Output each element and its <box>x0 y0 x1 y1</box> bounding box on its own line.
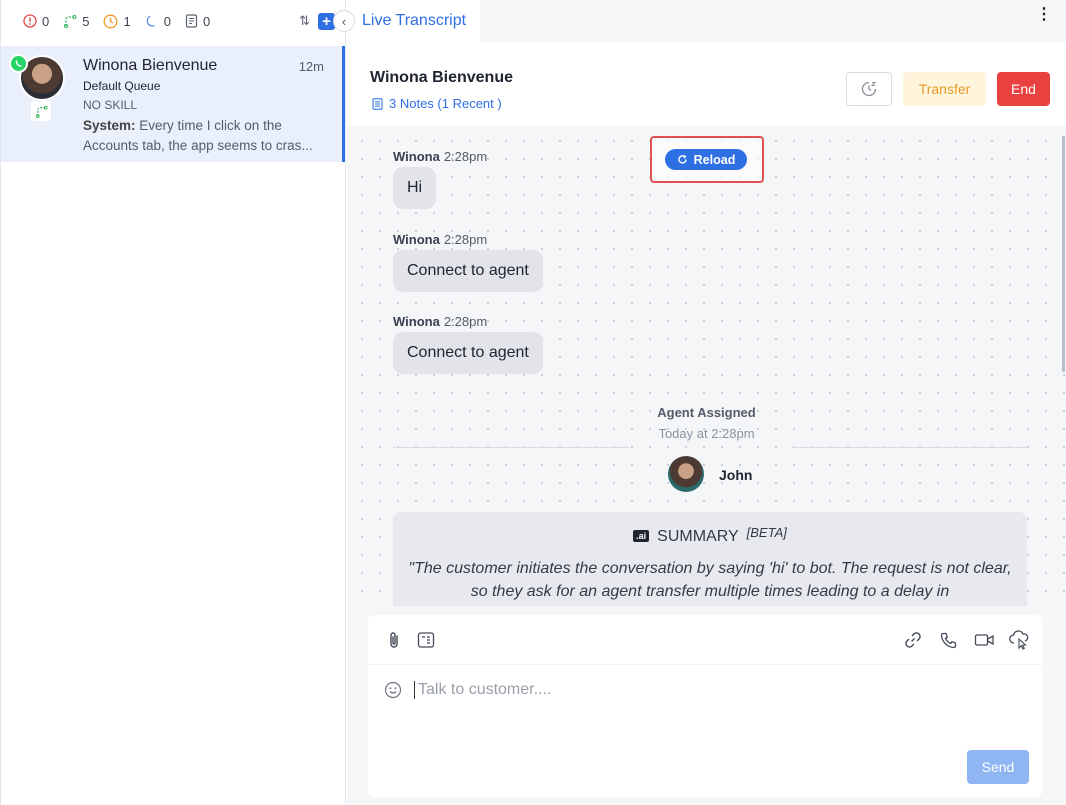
clock-icon <box>104 14 118 28</box>
collapse-panel-button[interactable]: ‹ <box>333 10 355 32</box>
ai-badge-icon: .ai <box>633 530 650 542</box>
video-icon[interactable] <box>973 630 995 650</box>
agent-assigned-title: Agent Assigned <box>657 405 756 420</box>
transcript-panel: Live Transcript ⋮ Winona Bienvenue 3 Not… <box>347 0 1066 805</box>
notes-label: 3 Notes (1 Recent ) <box>389 96 502 111</box>
agent-assigned-time: Today at 2:28pm <box>658 426 755 441</box>
tab-bar: Live Transcript ⋮ <box>347 0 1066 42</box>
attachment-icon[interactable] <box>384 630 404 650</box>
message-bubble: Hi <box>393 167 437 209</box>
message-composer: Send <box>368 615 1042 797</box>
alert-circle-icon <box>23 14 37 28</box>
whatsapp-icon <box>9 54 28 73</box>
message-input[interactable] <box>414 681 974 699</box>
ai-summary-card: .ai SUMMARY [BETA] "The customer initiat… <box>393 512 1027 606</box>
message-bubble: Connect to agent <box>393 250 543 292</box>
link-icon[interactable] <box>903 630 923 650</box>
message-meta: Winona 2:28pm <box>393 149 487 164</box>
stat-waiting[interactable]: 1 <box>103 13 131 29</box>
header-contact-name: Winona Bienvenue <box>370 69 513 86</box>
conversation-contact-name: Winona Bienvenue <box>83 57 218 74</box>
stat-snoozed-count: 0 <box>163 13 171 29</box>
stat-notes[interactable]: 0 <box>185 14 210 29</box>
canned-response-icon[interactable] <box>416 630 436 650</box>
conversation-list-panel: 0 5 1 0 0 ⇅ + Winona Bienvenue 12m Defau… <box>0 0 346 805</box>
phone-icon[interactable] <box>938 630 958 650</box>
route-icon <box>64 15 77 28</box>
summary-title: SUMMARY <box>657 528 739 545</box>
moon-icon <box>146 15 155 27</box>
chat-scrollbar[interactable] <box>1062 136 1065 372</box>
reload-highlight-box: Reload <box>650 136 764 183</box>
stat-alert[interactable]: 0 <box>23 14 49 29</box>
tab-live-transcript[interactable]: Live Transcript <box>347 0 481 42</box>
divider-right <box>792 447 1028 448</box>
stat-routed-count: 5 <box>82 13 90 29</box>
beta-tag: [BETA] <box>746 525 787 540</box>
message-bubble: Connect to agent <box>393 332 543 374</box>
reload-button[interactable]: Reload <box>665 149 747 170</box>
conversation-queue: Default Queue <box>83 79 161 93</box>
message-sender: Winona <box>393 232 440 247</box>
preview-label: System: <box>83 118 136 133</box>
summary-text: "The customer initiates the conversation… <box>408 560 1012 600</box>
conversation-skill: NO SKILL <box>83 98 138 112</box>
snooze-button[interactable] <box>846 72 892 106</box>
stat-waiting-count: 1 <box>123 13 131 29</box>
conversation-item[interactable]: Winona Bienvenue 12m Default Queue NO SK… <box>1 46 345 162</box>
message-meta: Winona 2:28pm <box>393 314 487 329</box>
composer-toolbar <box>368 615 1042 665</box>
notes-icon <box>372 97 383 110</box>
more-options-icon[interactable]: ⋮ <box>1036 7 1052 23</box>
conversation-header: Winona Bienvenue 3 Notes (1 Recent ) Tra… <box>347 42 1066 126</box>
transfer-button[interactable]: Transfer <box>903 72 986 106</box>
message-time: 2:28pm <box>443 314 488 329</box>
refresh-icon <box>678 154 687 164</box>
conversation-preview: System: Every time I click on the Accoun… <box>83 116 335 156</box>
agent-avatar <box>668 456 704 492</box>
agent-name: John <box>719 467 753 483</box>
status-counters-bar: 0 5 1 0 0 ⇅ + <box>1 0 345 42</box>
stat-snoozed[interactable]: 0 <box>145 14 171 29</box>
end-button[interactable]: End <box>997 72 1050 106</box>
message-sender: Winona <box>393 314 440 329</box>
send-button[interactable]: Send <box>967 750 1029 784</box>
stat-notes-count: 0 <box>202 13 211 29</box>
routing-icon <box>31 101 51 121</box>
contact-avatar-wrap <box>9 54 65 121</box>
note-icon <box>185 14 198 28</box>
stat-routed[interactable]: 5 <box>63 14 89 29</box>
message-time: 2:28pm <box>443 232 488 247</box>
sort-icon[interactable]: ⇅ <box>299 13 310 29</box>
chat-transcript[interactable]: Winona 2:28pm Hi Winona 2:28pm Connect to … <box>347 126 1066 606</box>
conversation-time: 12m <box>298 59 324 74</box>
emoji-icon[interactable] <box>384 681 402 699</box>
clock-z-icon <box>861 81 877 97</box>
stat-alert-count: 0 <box>42 13 50 29</box>
cobrowse-icon[interactable] <box>1008 630 1030 650</box>
reload-label: Reload <box>693 152 736 167</box>
summary-title-row: .ai SUMMARY [BETA] <box>393 525 1027 546</box>
notes-link[interactable]: 3 Notes (1 Recent ) <box>372 96 502 111</box>
divider-left <box>393 447 629 448</box>
message-sender: Winona <box>393 149 440 164</box>
message-time: 2:28pm <box>443 149 488 164</box>
message-meta: Winona 2:28pm <box>393 232 487 247</box>
composer-input-row <box>384 681 974 699</box>
